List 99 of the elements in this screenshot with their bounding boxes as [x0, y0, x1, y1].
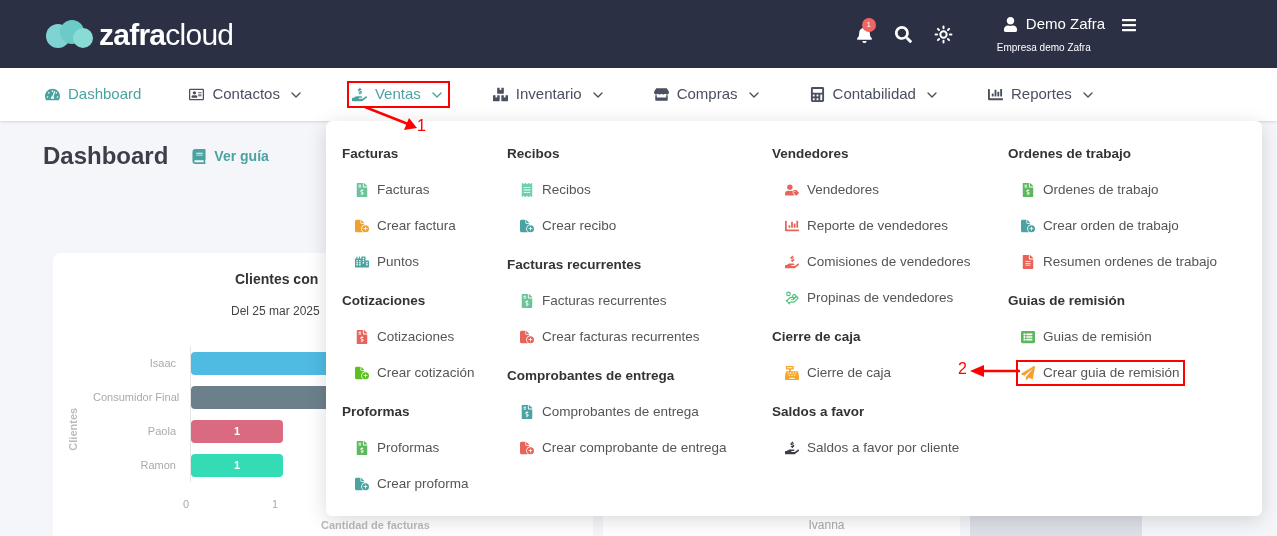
menu-heading: Guias de remisión	[1008, 291, 1126, 310]
file-plus-icon	[355, 366, 369, 380]
chart-subtitle: Del 25 mar 2025	[231, 303, 320, 320]
boxes-icon	[492, 87, 508, 102]
tick-label: 1	[272, 497, 280, 512]
annotation-number: 1	[417, 118, 426, 134]
file-plus-icon	[1021, 219, 1035, 233]
menu-heading: Recibos	[507, 144, 560, 163]
menu-item[interactable]: Cierre de caja	[780, 360, 897, 386]
hand-dollar-icon	[785, 255, 799, 269]
menu-heading: Ordenes de trabajo	[1008, 144, 1132, 163]
file-plus-icon	[520, 330, 534, 344]
menu-item[interactable]: Facturas recurrentes	[515, 288, 672, 314]
user-icon[interactable]	[1002, 17, 1018, 32]
menu-item[interactable]: Crear facturas recurrentes	[515, 324, 705, 350]
menu-item[interactable]: Crear comprobante de entrega	[515, 435, 732, 461]
axis-label: Paola	[146, 423, 177, 439]
menu-item[interactable]: Crear guia de remisión	[1016, 360, 1185, 386]
hand-dollar-icon	[785, 441, 799, 455]
user-tag-icon	[785, 183, 799, 197]
menu-heading: Cotizaciones	[342, 291, 426, 310]
annotation-arrow	[364, 106, 418, 132]
menu-item[interactable]: Cotizaciones	[350, 324, 460, 350]
nav-item[interactable]: Inventario	[487, 81, 611, 108]
tick-label: 0	[183, 497, 191, 512]
menu-item[interactable]: Crear orden de trabajo	[1016, 213, 1184, 239]
file-dollar-icon	[355, 183, 369, 197]
axis-label: Ramon	[139, 457, 177, 473]
paper-plane-icon	[1021, 366, 1035, 380]
menu-heading: Cierre de caja	[772, 327, 861, 346]
file-dollar-icon	[355, 441, 369, 455]
nav-item[interactable]: Contactos	[184, 81, 309, 108]
menu-item[interactable]: Comprobantes de entrega	[515, 399, 704, 425]
file-plus-icon	[520, 441, 534, 455]
chart-title: Clientes con	[235, 270, 319, 289]
bar-value: 1	[233, 423, 241, 439]
menu-item[interactable]: Proformas	[350, 435, 445, 461]
menu-icon[interactable]	[1121, 16, 1137, 33]
logo-text: zafracloud	[99, 16, 234, 53]
menu-heading: Facturas	[342, 144, 399, 163]
file-plus-icon	[355, 477, 369, 491]
notification-badge: 1	[861, 17, 876, 32]
annotation-number: 2	[958, 361, 967, 377]
cloud-logo-icon	[45, 19, 95, 49]
axis-title: Clientes	[65, 407, 80, 451]
menu-item[interactable]: Resumen ordenes de trabajo	[1016, 249, 1223, 275]
nav-item[interactable]: Contabilidad	[804, 81, 945, 108]
annotation-arrow	[970, 364, 1020, 378]
menu-item[interactable]: Guias de remisión	[1016, 324, 1157, 350]
file-plus-icon	[520, 219, 534, 233]
file-dollar-icon	[355, 330, 369, 344]
menu-item[interactable]: Recibos	[515, 177, 596, 203]
axis-label: Consumidor Final	[93, 389, 181, 405]
menu-heading: Vendedores	[772, 144, 849, 163]
menu-item[interactable]: Propinas de vendedores	[780, 285, 959, 311]
menu-item[interactable]: Crear cotización	[350, 360, 480, 386]
search-icon[interactable]	[894, 25, 912, 43]
book-icon	[192, 148, 207, 164]
sun-icon[interactable]	[933, 24, 953, 44]
calculator-icon	[809, 87, 825, 102]
file-dollar-icon	[1021, 183, 1035, 197]
user-name: Demo Zafra	[1025, 14, 1105, 35]
menu-item[interactable]: Reporte de vendedores	[780, 213, 954, 239]
menu-item[interactable]: Vendedores	[780, 177, 885, 203]
menu-item[interactable]: Facturas	[350, 177, 435, 203]
bar-value: 1	[233, 457, 241, 473]
menu-item[interactable]: Comisiones de vendedores	[780, 249, 976, 275]
menu-heading: Comprobantes de entrega	[507, 366, 675, 385]
hand-coins-icon	[785, 291, 799, 305]
file-dollar-icon	[520, 294, 534, 308]
menu-item[interactable]: Ordenes de trabajo	[1016, 177, 1164, 203]
page-title: Dashboard	[43, 141, 169, 171]
file-dollar-icon	[520, 405, 534, 419]
axis-title: Cantidad de facturas	[321, 517, 430, 533]
menu-item[interactable]: Saldos a favor por cliente	[780, 435, 965, 461]
buildings-icon	[355, 255, 369, 269]
list-card-icon	[1021, 330, 1035, 344]
cash-register-icon	[785, 366, 799, 380]
file-plus-icon	[355, 219, 369, 233]
chart-label: Ivanna	[808, 517, 845, 534]
store-icon	[653, 87, 669, 102]
menu-item[interactable]: Crear recibo	[515, 213, 622, 239]
document-icon	[1021, 255, 1035, 269]
receipt-icon	[520, 183, 534, 197]
hand-dollar-icon	[351, 87, 367, 102]
menu-heading: Facturas recurrentes	[507, 255, 642, 274]
nav-item[interactable]: Compras	[648, 81, 767, 108]
menu-item[interactable]: Crear factura	[350, 213, 461, 239]
menu-heading: Proformas	[342, 402, 410, 421]
bar-chart-icon	[987, 87, 1003, 102]
menu-heading: Saldos a favor	[772, 402, 865, 421]
id-card-icon	[189, 87, 205, 102]
menu-item[interactable]: Puntos	[350, 249, 425, 275]
company-name: Empresa demo Zafra	[996, 40, 1091, 55]
menu-item[interactable]: Crear proforma	[350, 471, 474, 497]
gauge-icon	[45, 87, 60, 102]
axis-label: Isaac	[148, 355, 177, 371]
bar-chart-icon	[785, 219, 799, 233]
nav-item[interactable]: Reportes	[982, 81, 1101, 108]
